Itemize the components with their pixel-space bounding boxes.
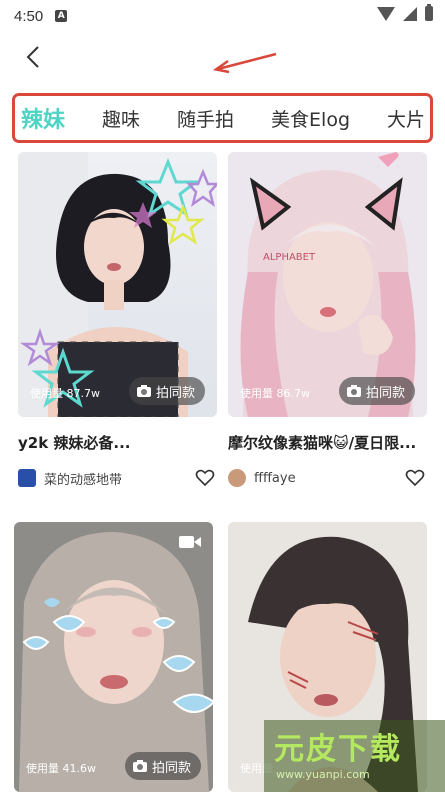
wifi-icon bbox=[377, 6, 395, 21]
tab-quwei[interactable]: 趣味 bbox=[102, 105, 140, 132]
shoot-same-button[interactable]: 拍同款 bbox=[338, 377, 415, 405]
heart-icon[interactable] bbox=[405, 468, 425, 488]
template-card[interactable]: 使用量 87.7w 拍同款 y2k 辣妹必备... 菜的动感地带 bbox=[18, 152, 217, 488]
usage-count: 使用量 41.6w bbox=[26, 762, 96, 775]
back-button[interactable] bbox=[18, 42, 48, 72]
card-author[interactable]: 菜的动感地带 bbox=[18, 466, 217, 490]
camera-icon bbox=[132, 760, 147, 772]
status-time: 4:50 bbox=[14, 7, 44, 25]
signal-icon bbox=[403, 6, 417, 21]
tab-lamei[interactable]: 辣妹 bbox=[21, 102, 65, 134]
shoot-same-label: 拍同款 bbox=[155, 385, 195, 401]
template-card[interactable]: 使用量 41.6w 拍同款 bbox=[14, 522, 213, 792]
card-thumbnail[interactable]: ALPHABET 使用量 86.7w 拍同款 bbox=[228, 152, 427, 417]
card-title[interactable]: 摩尔纹像素猫咪😺/夏日限... bbox=[228, 432, 427, 453]
usage-count: 使用量 87.7w bbox=[30, 387, 100, 400]
shoot-same-label: 拍同款 bbox=[365, 385, 405, 401]
camera-icon bbox=[346, 385, 361, 397]
card-thumbnail[interactable]: 使用量 41.6w 拍同款 bbox=[14, 522, 213, 792]
heart-icon[interactable] bbox=[195, 468, 215, 488]
svg-text:ALPHABET: ALPHABET bbox=[263, 252, 316, 263]
video-icon bbox=[179, 536, 201, 548]
status-icons bbox=[377, 4, 433, 21]
avatar[interactable] bbox=[228, 469, 246, 487]
watermark-url: www.yuanpi.com bbox=[276, 768, 370, 781]
camera-icon bbox=[136, 385, 151, 397]
avatar[interactable] bbox=[18, 469, 36, 487]
tabs-row: 辣妹 趣味 随手拍 美食Elog 大片 bbox=[15, 96, 430, 140]
author-name[interactable]: 菜的动感地带 bbox=[44, 469, 122, 488]
usage-count: 使用量 86.7w bbox=[240, 387, 310, 400]
notification-icon: A bbox=[55, 10, 68, 22]
author-name[interactable]: ffffaye bbox=[254, 471, 296, 486]
template-card[interactable]: ALPHABET 使用量 86.7w 拍同款 摩尔纹像素猫咪😺/夏日限... f… bbox=[228, 152, 427, 487]
status-bar: 4:50 A bbox=[0, 0, 445, 32]
shoot-same-button[interactable]: 拍同款 bbox=[128, 377, 205, 405]
tab-suishoupai[interactable]: 随手拍 bbox=[177, 105, 234, 132]
battery-icon bbox=[425, 4, 433, 21]
card-title[interactable]: y2k 辣妹必备... bbox=[18, 432, 217, 453]
tab-dapian[interactable]: 大片 bbox=[387, 105, 425, 132]
site-watermark: 元皮下载 www.yuanpi.com bbox=[264, 720, 445, 792]
annotation-arrow-icon bbox=[212, 52, 277, 74]
chevron-left-icon bbox=[26, 46, 39, 68]
shoot-same-label: 拍同款 bbox=[151, 760, 191, 776]
card-author[interactable]: ffffaye bbox=[228, 466, 427, 490]
shoot-same-button[interactable]: 拍同款 bbox=[124, 752, 201, 780]
watermark-logo: 元皮下载 bbox=[274, 732, 402, 767]
tab-meishi-elog[interactable]: 美食Elog bbox=[271, 105, 350, 132]
card-thumbnail[interactable]: 使用量 87.7w 拍同款 bbox=[18, 152, 217, 417]
category-tabs: 辣妹 趣味 随手拍 美食Elog 大片 bbox=[12, 93, 433, 143]
